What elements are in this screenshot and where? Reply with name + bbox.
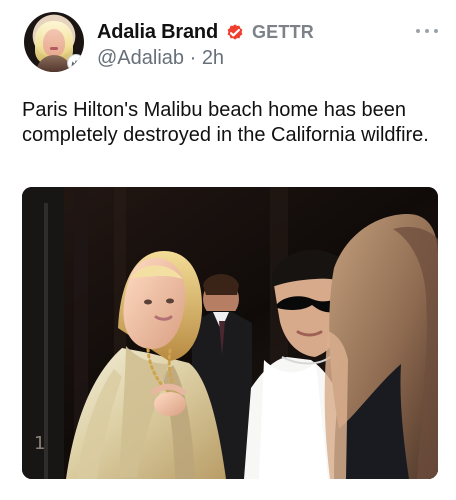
author-display-name[interactable]: Adalia Brand <box>97 21 218 44</box>
post-text: Paris Hilton's Malibu beach home has bee… <box>22 99 429 146</box>
more-options-icon <box>434 29 438 33</box>
more-options-icon <box>416 29 420 33</box>
more-options-button[interactable] <box>416 25 438 37</box>
social-post: Adalia Brand GETTR @Adaliab · 2h Paris H… <box>0 0 456 500</box>
post-time[interactable]: 2h <box>202 47 224 69</box>
author-handle[interactable]: @Adaliab <box>97 47 184 69</box>
more-options-icon <box>425 29 429 33</box>
verified-badge-icon <box>225 23 245 43</box>
crown-icon <box>67 54 84 72</box>
post-header: Adalia Brand GETTR @Adaliab · 2h <box>24 12 438 80</box>
platform-label: GETTR <box>251 22 314 42</box>
post-image[interactable]: 1 <box>22 187 438 479</box>
avatar-lips <box>50 47 58 50</box>
avatar-face <box>43 29 65 57</box>
svg-text:1: 1 <box>34 433 45 454</box>
author-avatar[interactable] <box>24 12 84 72</box>
author-name-row: Adalia Brand GETTR <box>97 21 314 44</box>
meta-separator: · <box>189 47 202 69</box>
author-meta-row: @Adaliab · 2h <box>97 47 224 70</box>
